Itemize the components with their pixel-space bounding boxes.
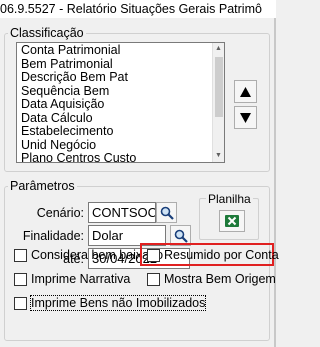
imprime-bens-nao-imobilizados-label: Imprime Bens não Imobilizados	[29, 295, 207, 311]
list-item[interactable]: Sequência Bem	[17, 84, 224, 98]
resumido-por-conta-label: Resumido por Conta	[164, 248, 279, 262]
classificacao-legend: Classificação	[8, 26, 86, 40]
list-item[interactable]: Conta Patrimonial	[17, 43, 224, 57]
magnifier-icon	[174, 229, 188, 243]
classificacao-listbox[interactable]: Conta Patrimonial Bem Patrimonial Descriçã…	[16, 42, 225, 163]
title-bar-edge	[262, 0, 276, 18]
planilha-label: Planilha	[206, 192, 253, 206]
mostra-bem-origem-option[interactable]: Mostra Bem Origem	[147, 272, 276, 286]
list-item[interactable]: Data Aquisição	[17, 97, 224, 111]
list-item[interactable]: Plano Centros Custo	[17, 151, 224, 162]
move-down-button[interactable]	[234, 106, 257, 129]
imprime-bens-nao-imobilizados-option[interactable]: Imprime Bens não Imobilizados	[14, 295, 207, 311]
resumido-por-conta-checkbox[interactable]	[147, 248, 160, 262]
resumido-por-conta-option[interactable]: Resumido por Conta	[147, 248, 279, 262]
imprime-bens-nao-imobilizados-checkbox[interactable]	[14, 296, 27, 310]
scroll-thumb[interactable]	[215, 57, 223, 117]
scroll-down-icon[interactable]: ▼	[213, 150, 224, 162]
scroll-up-icon[interactable]: ▲	[213, 43, 224, 55]
mostra-bem-origem-label: Mostra Bem Origem	[164, 272, 276, 286]
window-border	[274, 18, 276, 347]
finalidade-label: Finalidade:	[22, 229, 84, 243]
magnifier-icon	[160, 206, 174, 220]
list-item[interactable]: Data Cálculo	[17, 111, 224, 125]
cenario-input[interactable]: CONTSOC	[88, 202, 156, 223]
cenario-label: Cenário:	[36, 206, 84, 220]
triangle-down-icon	[240, 112, 251, 123]
mostra-bem-origem-checkbox[interactable]	[147, 272, 160, 286]
excel-icon	[225, 215, 239, 227]
parametros-legend: Parâmetros	[8, 179, 77, 193]
imprime-narrativa-checkbox[interactable]	[14, 272, 27, 286]
cenario-search-button[interactable]	[156, 202, 177, 223]
imprime-narrativa-option[interactable]: Imprime Narrativa	[14, 272, 130, 286]
imprime-narrativa-label: Imprime Narrativa	[31, 272, 131, 286]
window-title: 06.9.5527 - Relatório Situações Gerais P…	[0, 0, 276, 18]
list-item[interactable]: Unid Negócio	[17, 138, 224, 152]
list-item[interactable]: Estabelecimento	[17, 124, 224, 138]
listbox-scrollbar[interactable]: ▲ ▼	[212, 43, 224, 162]
list-item[interactable]: Descrição Bem Pat	[17, 70, 224, 84]
list-item[interactable]: Bem Patrimonial	[17, 57, 224, 71]
considera-bem-baixado-checkbox[interactable]	[14, 248, 27, 262]
planilha-excel-button[interactable]	[219, 210, 245, 232]
triangle-up-icon	[240, 86, 251, 97]
move-up-button[interactable]	[234, 80, 257, 103]
